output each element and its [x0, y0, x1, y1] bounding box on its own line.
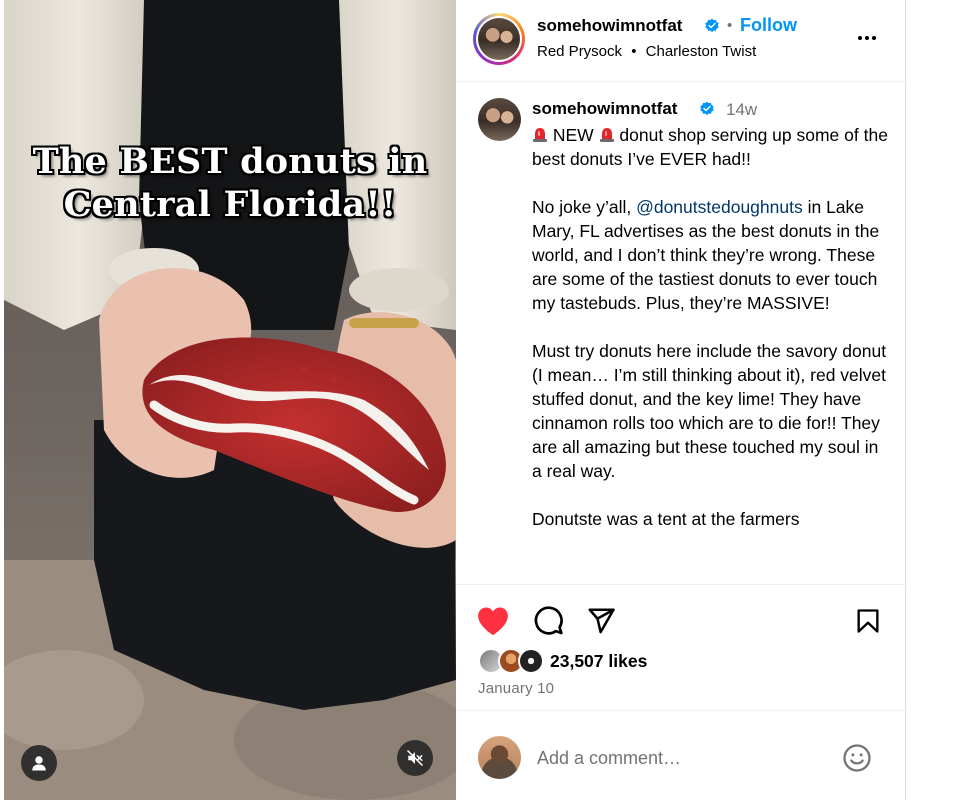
more-options-button[interactable] — [853, 26, 881, 50]
tagged-users-button[interactable] — [21, 745, 57, 781]
post-header: somehowimnotfat • Follow Red Prysock • C… — [456, 0, 906, 82]
speaker-muted-icon — [406, 749, 424, 767]
add-comment-bar — [456, 710, 906, 800]
heart-filled-icon — [478, 607, 508, 636]
verified-badge-icon — [705, 18, 719, 32]
mute-toggle-button[interactable] — [397, 740, 433, 776]
video-overlay-caption-line1: The BEST donuts in — [32, 141, 428, 182]
likers-avatars[interactable] — [478, 648, 550, 676]
verified-badge-icon — [700, 101, 714, 115]
caption-paragraph-1: NEW donut shop serving up some of the be… — [532, 123, 892, 171]
caption-author-avatar[interactable] — [478, 98, 521, 141]
caption-text-2a: No joke y’all, — [532, 197, 637, 217]
siren-emoji-icon — [599, 128, 614, 142]
caption-paragraph-2: No joke y’all, @donutstedoughnuts in Lak… — [532, 195, 892, 315]
audio-attribution[interactable]: Red Prysock • Charleston Twist — [537, 43, 756, 60]
user-icon — [32, 756, 46, 771]
video-frame — [4, 0, 456, 800]
caption-paragraph-3: Must try donuts here include the savory … — [532, 341, 887, 481]
emoji-picker-button[interactable] — [840, 741, 874, 775]
audio-separator: • — [631, 43, 637, 60]
follow-button[interactable]: Follow — [740, 15, 797, 36]
liker-avatar — [518, 648, 544, 674]
comment-icon — [534, 606, 563, 635]
bookmark-icon — [857, 609, 879, 633]
post-actions: 23,507 likes January 10 — [456, 584, 906, 710]
author-username[interactable]: somehowimnotfat — [537, 16, 682, 36]
author-avatar — [478, 18, 520, 60]
comment-input[interactable] — [537, 746, 827, 770]
save-button[interactable] — [850, 603, 886, 639]
post-caption: NEW donut shop serving up some of the be… — [532, 123, 892, 555]
post-time-ago[interactable]: 14w — [726, 100, 757, 120]
emoji-smile-icon — [843, 744, 871, 772]
post-detail-panel: somehowimnotfat • Follow Red Prysock • C… — [456, 0, 906, 800]
audio-artist[interactable]: Red Prysock — [537, 43, 622, 60]
post-date[interactable]: January 10 — [478, 680, 554, 697]
audio-track[interactable]: Charleston Twist — [646, 43, 757, 60]
comment-button[interactable] — [530, 603, 566, 639]
caption-author-username[interactable]: somehowimnotfat — [532, 99, 677, 119]
send-icon — [588, 608, 615, 634]
likes-count[interactable]: 23,507 likes — [550, 651, 647, 672]
caption-text-1a: NEW — [548, 125, 599, 145]
siren-emoji-icon — [533, 128, 547, 142]
like-button[interactable] — [475, 603, 511, 639]
post-media[interactable]: The BEST donuts in Central Florida!! — [4, 0, 456, 800]
caption-paragraph-4: Donutste was a tent at the farmers — [532, 509, 800, 529]
share-button[interactable] — [583, 603, 619, 639]
video-overlay-caption-line2: Central Florida!! — [63, 184, 397, 225]
current-user-avatar — [478, 736, 521, 779]
comments-scroll-area[interactable]: somehowimnotfat 14w NEW donut shop servi… — [456, 83, 906, 584]
mention-link[interactable]: @donutstedoughnuts — [636, 197, 803, 217]
author-avatar-story-ring[interactable] — [473, 13, 525, 65]
header-separator: • — [727, 17, 733, 34]
